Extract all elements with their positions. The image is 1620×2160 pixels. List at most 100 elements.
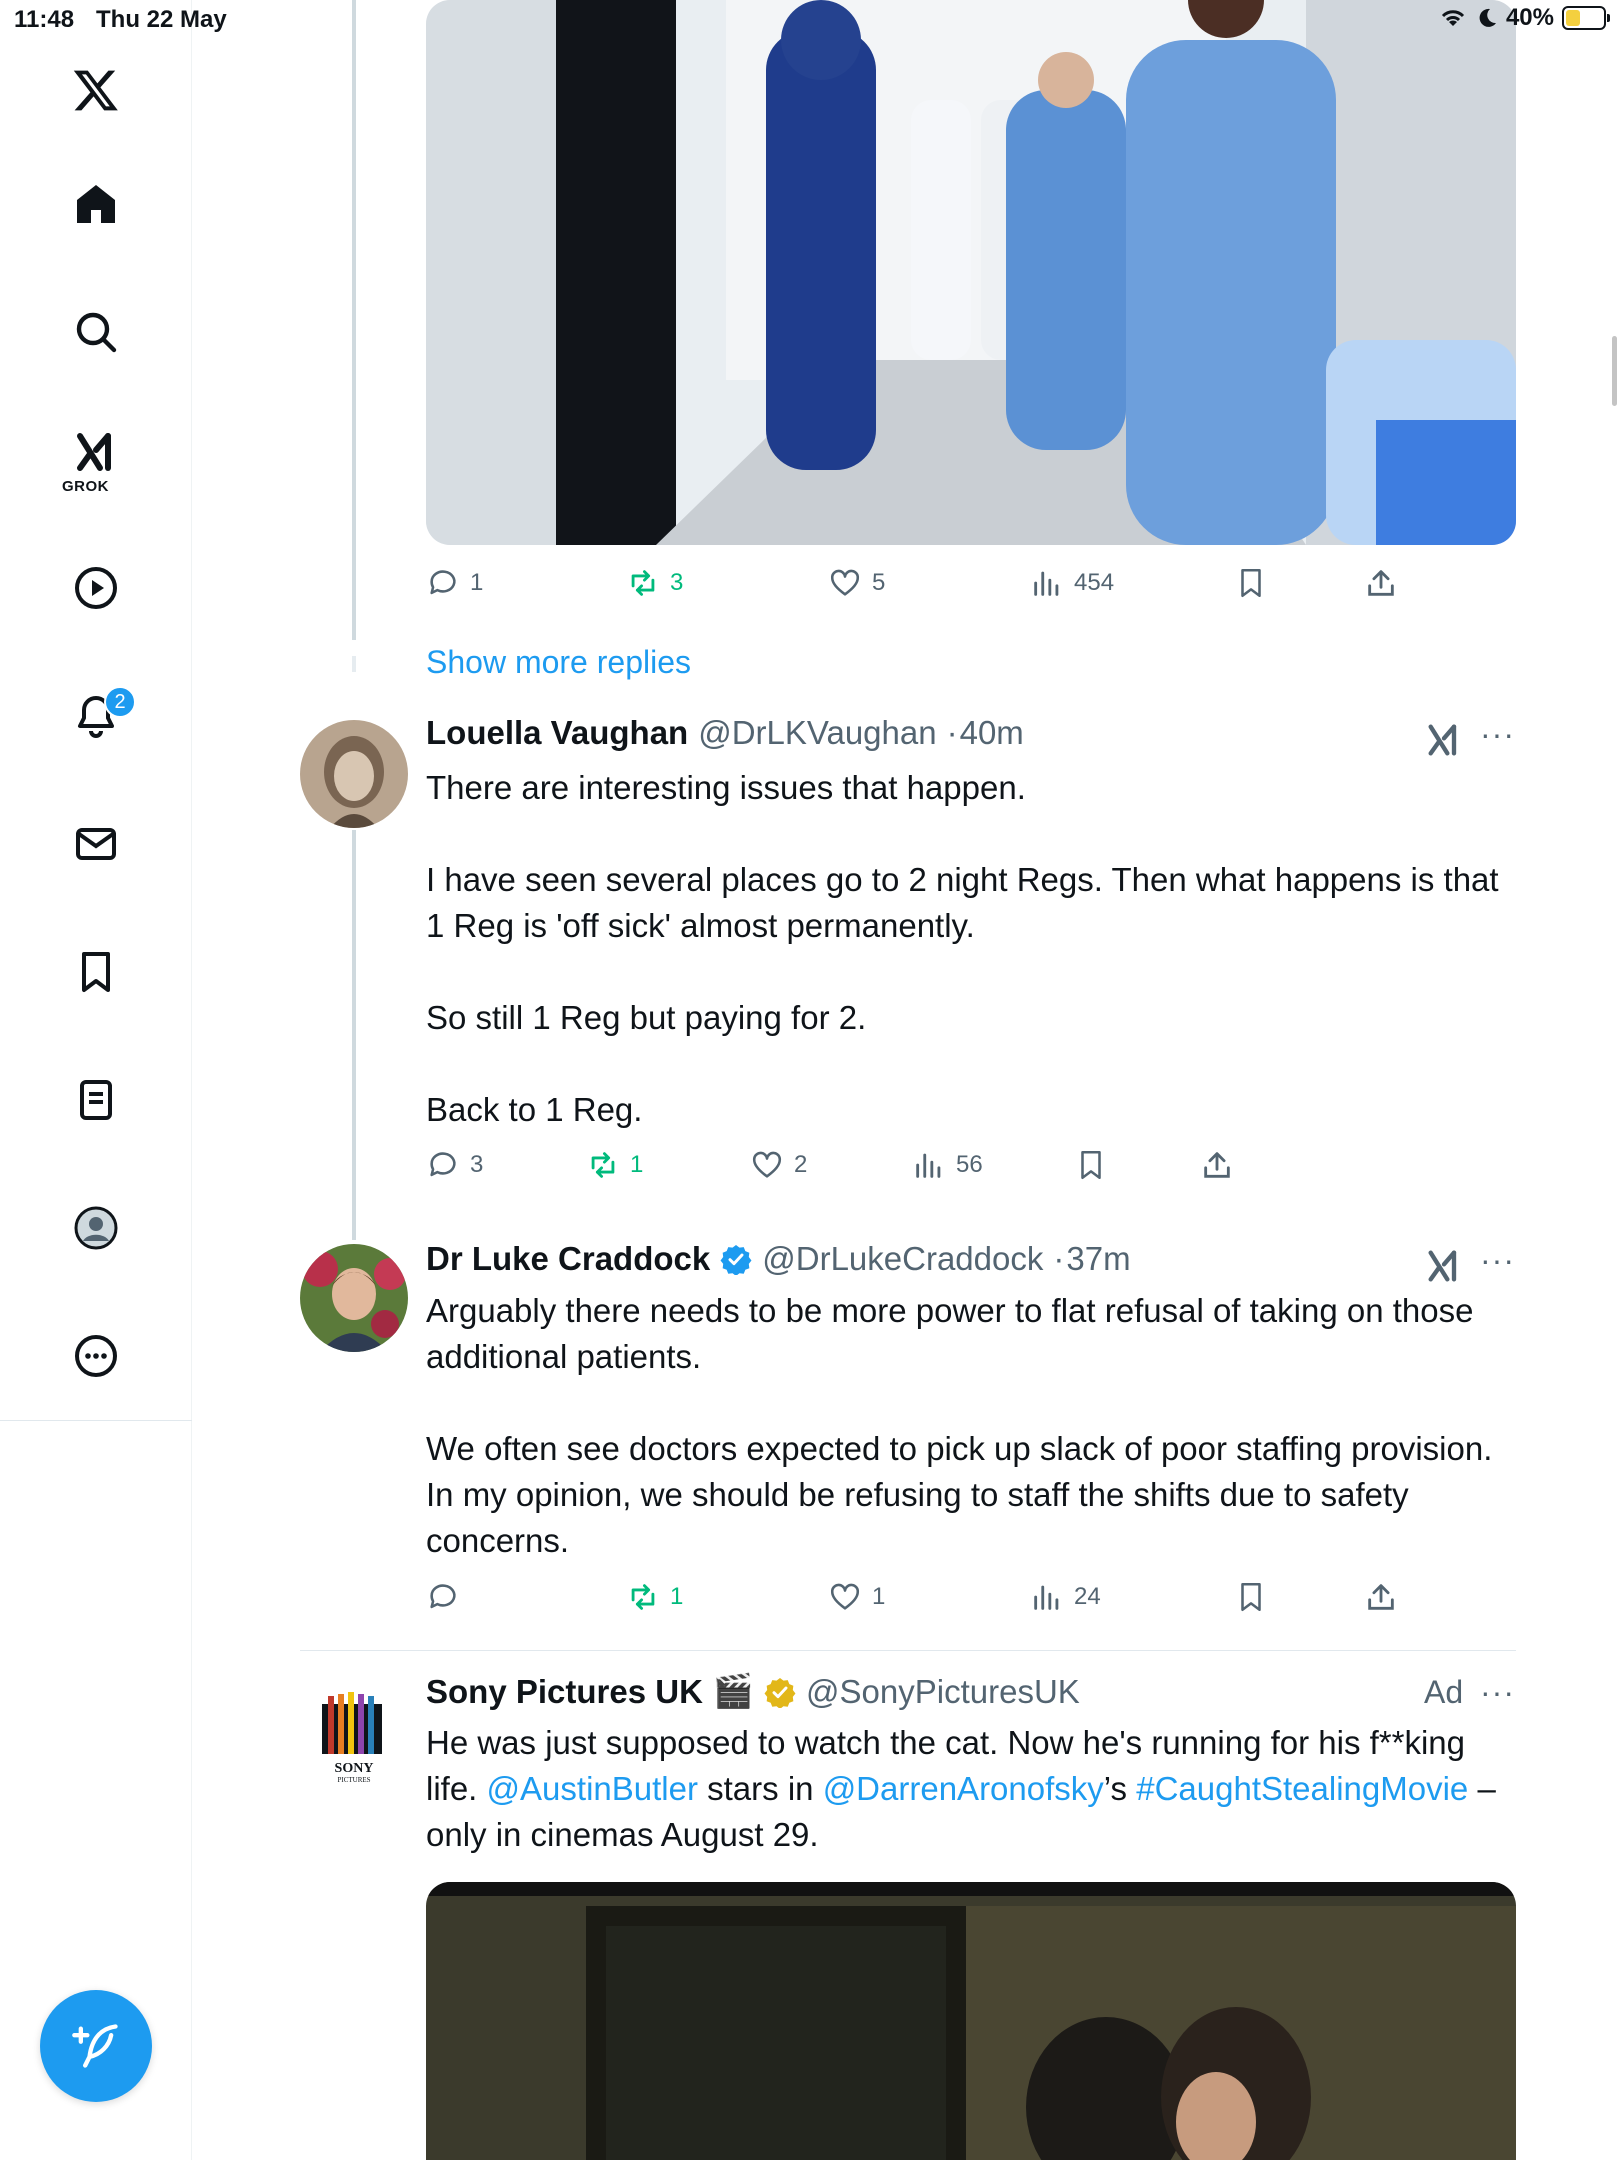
reply-count: 1 <box>470 569 484 596</box>
tweet-header: Dr Luke Craddock @DrLukeCraddock · 37m <box>426 1240 1131 1278</box>
repost-count: 1 <box>630 1151 644 1178</box>
views-button[interactable]: 454 <box>1030 566 1114 600</box>
repost-button[interactable]: 3 <box>626 566 683 600</box>
thread-line-dotted <box>352 656 356 672</box>
wifi-icon <box>1441 10 1465 26</box>
status-date: Thu 22 May <box>96 6 227 33</box>
search-icon[interactable] <box>56 292 136 372</box>
ad-video-media[interactable] <box>426 1882 1516 2160</box>
mention-link[interactable]: @DarrenAronofsky <box>823 1770 1104 1807</box>
tweet-media-image[interactable] <box>426 0 1516 545</box>
like-count: 1 <box>872 1583 886 1610</box>
tweet-text: He was just supposed to watch the cat. N… <box>426 1720 1516 1858</box>
repost-button[interactable]: 1 <box>626 1580 683 1614</box>
tweet-line: We often see doctors expected to pick up… <box>426 1430 1493 1559</box>
tweet-time[interactable]: 40m <box>960 714 1024 752</box>
x-logo-icon[interactable] <box>56 50 136 130</box>
tweet-header: Sony Pictures UK 🎬 @SonyPicturesUK <box>426 1672 1080 1711</box>
notification-badge: 2 <box>104 686 136 718</box>
list-icon[interactable] <box>56 1060 136 1140</box>
repost-count: 1 <box>670 1583 684 1610</box>
bookmark-icon[interactable] <box>56 932 136 1012</box>
reply-button[interactable] <box>426 1580 470 1614</box>
mention-link[interactable]: @AustinButler <box>487 1770 698 1807</box>
reply-icon <box>430 1584 456 1609</box>
scrollbar-indicator[interactable] <box>1612 336 1617 406</box>
repost-button[interactable]: 1 <box>586 1148 643 1182</box>
more-icon[interactable] <box>56 1316 136 1396</box>
status-time: 11:48 <box>14 6 75 33</box>
avatar[interactable] <box>300 1244 408 1352</box>
ad-label: Ad <box>1424 1674 1464 1710</box>
author-name[interactable]: Louella Vaughan <box>426 714 688 752</box>
author-handle[interactable]: @SonyPicturesUK <box>806 1673 1080 1711</box>
views-icon <box>1034 1585 1059 1610</box>
tweet-line: Arguably there needs to be more power to… <box>426 1292 1474 1375</box>
verified-badge-icon <box>720 1245 752 1275</box>
repost-icon <box>631 570 655 596</box>
show-more-replies-link[interactable]: Show more replies <box>426 644 691 681</box>
like-count: 5 <box>872 569 886 596</box>
play-icon[interactable] <box>56 548 136 628</box>
heart-icon <box>830 569 860 596</box>
like-button[interactable]: 1 <box>828 1580 885 1614</box>
tweet-text: There are interesting issues that happen… <box>426 765 1516 1133</box>
heart-icon <box>752 1151 782 1178</box>
more-options-button[interactable]: ··· <box>1480 1674 1515 1711</box>
views-button[interactable]: 24 <box>1030 1580 1101 1614</box>
home-icon[interactable] <box>56 164 136 244</box>
sidebar: GROK 2 <box>0 0 192 2160</box>
tweet-actions: 1 1 24 <box>426 1580 1516 1624</box>
share-button[interactable] <box>1200 1148 1234 1182</box>
bookmark-icon <box>1241 1582 1261 1612</box>
share-button[interactable] <box>1364 1580 1398 1614</box>
avatar[interactable]: SONY PICTURES <box>300 1680 408 1788</box>
hashtag-link[interactable]: #CaughtStealingMovie <box>1136 1770 1468 1807</box>
reply-button[interactable]: 3 <box>426 1148 483 1182</box>
more-options-button[interactable]: ··· <box>1480 716 1515 753</box>
repost-count: 3 <box>670 569 684 596</box>
like-button[interactable]: 5 <box>828 566 885 600</box>
tweet-time[interactable]: 37m <box>1066 1240 1130 1278</box>
sidebar-divider <box>0 1420 192 1421</box>
author-handle[interactable]: @DrLukeCraddock <box>762 1240 1043 1278</box>
tweet-divider <box>300 1650 1516 1651</box>
grok-icon[interactable] <box>1424 720 1464 760</box>
bookmark-button[interactable] <box>1074 1148 1108 1182</box>
author-name[interactable]: Sony Pictures UK <box>426 1673 703 1711</box>
like-button[interactable]: 2 <box>750 1148 807 1182</box>
repost-icon <box>591 1152 615 1178</box>
views-icon <box>916 1153 941 1178</box>
separator-dot: · <box>1053 1240 1065 1277</box>
author-handle[interactable]: @DrLKVaughan <box>698 714 936 752</box>
grok-icon[interactable] <box>1424 1246 1464 1286</box>
tweet-line: Back to 1 Reg. <box>426 1091 643 1128</box>
share-icon <box>1368 570 1394 596</box>
tweet-line: So still 1 Reg but paying for 2. <box>426 999 867 1036</box>
share-button[interactable] <box>1364 566 1398 600</box>
views-button[interactable]: 56 <box>912 1148 983 1182</box>
reply-button[interactable]: 1 <box>426 566 483 600</box>
reply-icon <box>430 570 456 595</box>
heart-icon <box>830 1583 860 1610</box>
compose-button[interactable] <box>40 1990 152 2102</box>
bookmark-button[interactable] <box>1234 1580 1268 1614</box>
battery-percent: 40% <box>1505 4 1554 31</box>
bookmark-icon <box>1081 1150 1101 1180</box>
share-icon <box>1204 1152 1230 1178</box>
views-count: 454 <box>1074 569 1115 596</box>
author-name[interactable]: Dr Luke Craddock <box>426 1240 710 1278</box>
profile-icon[interactable] <box>56 1188 136 1268</box>
clapperboard-emoji: 🎬 <box>712 1672 755 1709</box>
tweet-header: Louella Vaughan @DrLKVaughan · 40m <box>426 714 1024 752</box>
reply-icon <box>430 1152 456 1177</box>
verified-badge-icon <box>764 1677 796 1708</box>
mail-icon[interactable] <box>56 804 136 884</box>
more-options-button[interactable]: ··· <box>1480 1242 1515 1279</box>
share-icon <box>1368 1584 1394 1610</box>
views-icon <box>1034 571 1059 596</box>
tweet-actions: 1 3 5 454 <box>426 566 1516 610</box>
avatar[interactable] <box>300 720 408 828</box>
bookmark-button[interactable] <box>1234 566 1268 600</box>
repost-icon <box>631 1584 655 1610</box>
